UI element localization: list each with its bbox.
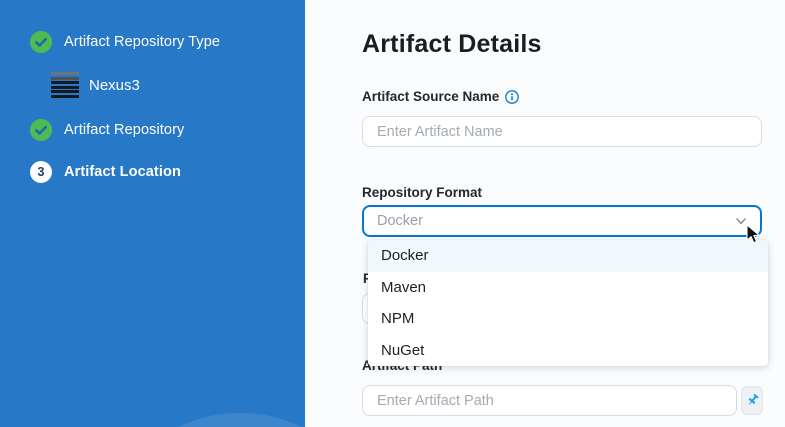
- step-label: Artifact Repository: [64, 122, 184, 138]
- sidebar-item-nexus3[interactable]: Nexus3: [51, 72, 140, 98]
- dropdown-option-npm[interactable]: NPM: [368, 303, 768, 335]
- artifact-source-name-input[interactable]: [362, 116, 762, 147]
- dropdown-option-maven[interactable]: Maven: [368, 272, 768, 304]
- wizard-sidebar: Artifact Repository Type Nexus3 Artifact…: [0, 0, 305, 427]
- repository-format-selected-value: Docker: [377, 213, 423, 229]
- repository-format-label-text: Repository Format: [362, 185, 482, 200]
- pin-button[interactable]: [741, 386, 763, 415]
- step-label: Artifact Location: [64, 164, 181, 180]
- step-label: Artifact Repository Type: [64, 34, 220, 50]
- step-complete-check-icon: [30, 31, 52, 53]
- sidebar-step-artifact-repository-type[interactable]: Artifact Repository Type: [30, 31, 220, 53]
- repository-format-dropdown-menu: Docker Maven NPM NuGet: [368, 240, 768, 366]
- dropdown-option-docker[interactable]: Docker: [368, 240, 768, 272]
- pushpin-icon: [745, 393, 760, 408]
- nexus3-label: Nexus3: [89, 77, 140, 94]
- sidebar-decorative-circle: [95, 413, 305, 427]
- chevron-down-icon: [734, 214, 748, 228]
- nexus3-icon: [51, 72, 79, 98]
- sidebar-step-artifact-repository[interactable]: Artifact Repository: [30, 119, 184, 141]
- repository-format-label: Repository Format: [362, 185, 482, 200]
- sidebar-step-artifact-location[interactable]: 3 Artifact Location: [30, 161, 181, 183]
- info-icon[interactable]: [505, 90, 519, 104]
- artifact-source-name-label-text: Artifact Source Name: [362, 89, 499, 104]
- artifact-wizard-screen: Artifact Repository Type Nexus3 Artifact…: [0, 0, 785, 427]
- step-number-badge: 3: [30, 161, 52, 183]
- artifact-source-name-label: Artifact Source Name: [362, 89, 519, 104]
- page-title: Artifact Details: [362, 30, 542, 59]
- repository-format-select[interactable]: Docker: [362, 205, 762, 237]
- artifact-path-input[interactable]: [362, 385, 737, 416]
- dropdown-option-nuget[interactable]: NuGet: [368, 335, 768, 367]
- step-complete-check-icon: [30, 119, 52, 141]
